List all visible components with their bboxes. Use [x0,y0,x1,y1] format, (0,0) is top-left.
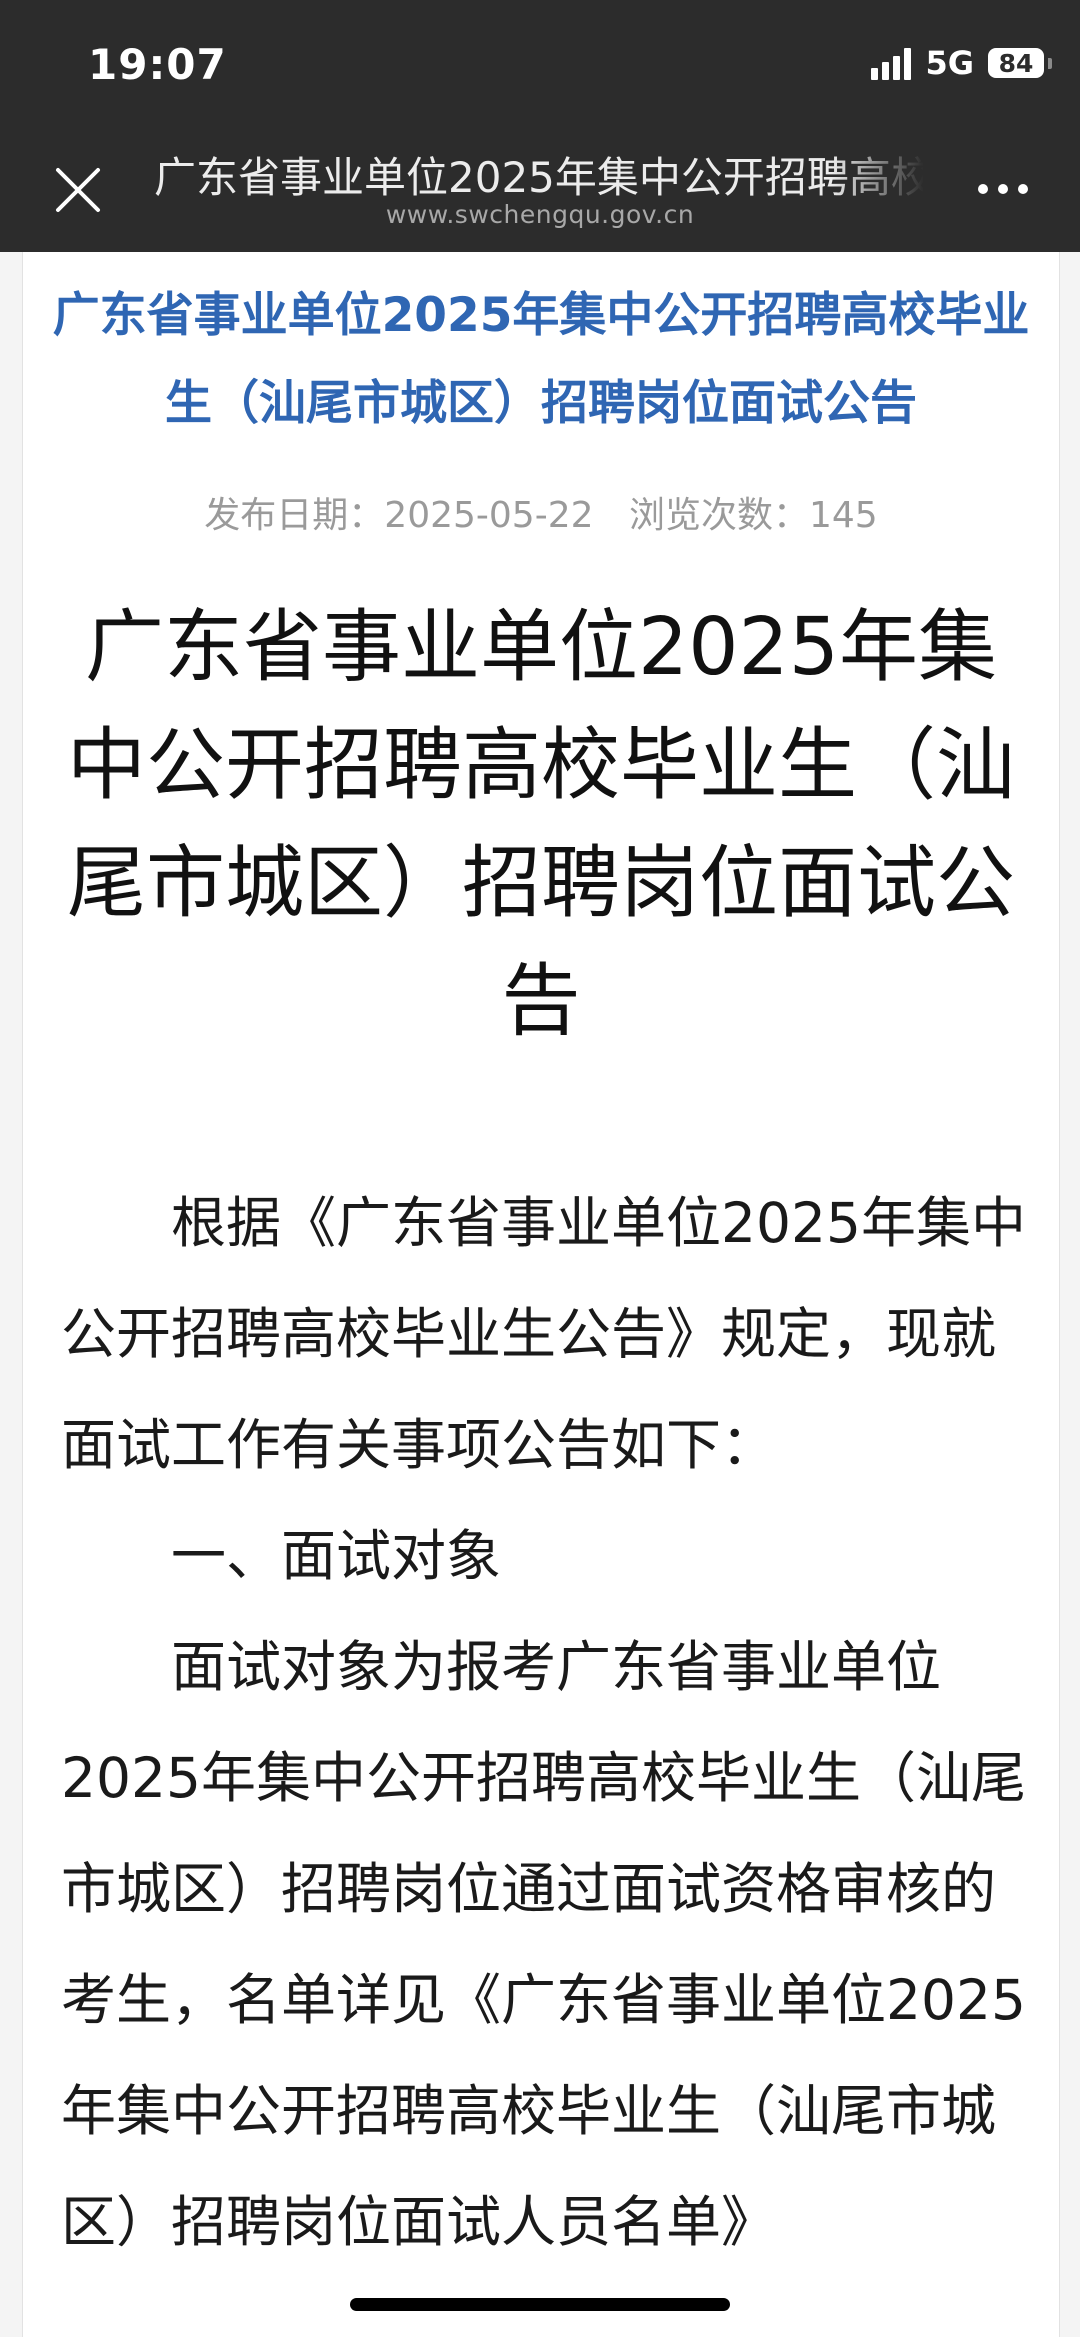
article-title: 广东省事业单位2025年集中公开招聘高校毕业生（汕尾市城区）招聘岗位面试公告 [67,601,1015,1047]
article-body: 根据《广东省事业单位2025年集中公开招聘高校毕业生公告》规定，现就面试工作有关… [23,1168,1059,2278]
article-page: 广东省事业单位2025年集中公开招聘高校毕业生（汕尾市城区）招聘岗位面试公告 发… [22,252,1060,2337]
paragraph: 根据《广东省事业单位2025年集中公开招聘高校毕业生公告》规定，现就面试工作有关… [61,1191,1026,1477]
header-title: 广东省事业单位2025年集中公开招聘高校毕业生（汕尾市城区）招聘岗位面试公告 [52,288,1030,431]
more-icon-dot [978,184,988,194]
page-title: 广东省事业单位2025年集中公开招聘高校毕业生（汕尾市城区）招聘岗位面试公告 [154,153,924,202]
home-indicator[interactable] [350,2298,730,2311]
more-icon-dot [998,184,1008,194]
battery-level: 84 [998,48,1034,78]
article-meta: 发布日期：2025-05-22 浏览次数：145 [23,486,1059,538]
status-time: 19:07 [88,40,227,89]
section-heading: 一、面试对象 [171,1524,502,1588]
battery-icon: 84 [988,48,1052,78]
page-url: www.swchengqu.gov.cn [385,200,695,229]
network-type: 5G [925,44,974,82]
view-count: 浏览次数：145 [628,495,878,536]
browser-topbar: 19:07 5G 84 广东省事业单位2025年集中公开招聘高校毕业生（汕尾市城… [0,0,1080,252]
more-icon-dot [1018,184,1028,194]
publish-date: 发布日期：2025-05-22 [204,495,594,536]
paragraph: 面试对象为报考广东省事业单位2025年集中公开招聘高校毕业生（汕尾市城区）招聘岗… [61,1635,1026,2254]
signal-icon [871,46,912,80]
status-indicators: 5G 84 [871,44,1052,82]
more-button[interactable] [978,184,1028,194]
